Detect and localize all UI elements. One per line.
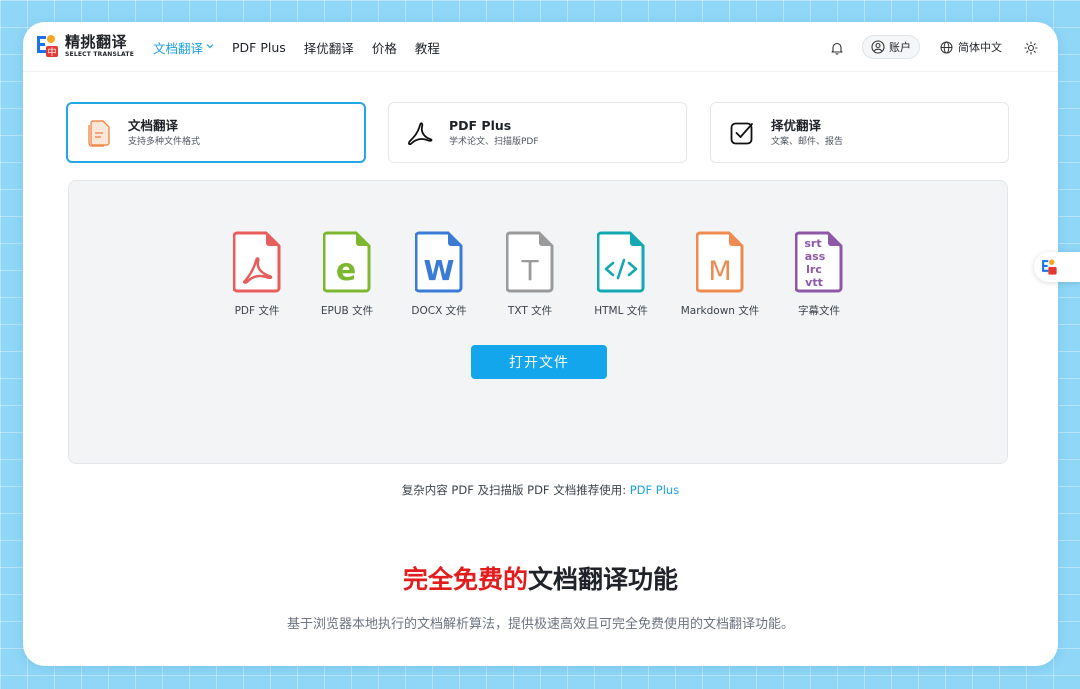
file-type-docx: W DOCX 文件 xyxy=(394,231,484,318)
language-selector[interactable]: 简体中文 xyxy=(940,39,1002,55)
logo-icon: 中 xyxy=(34,33,60,59)
file-type-label: TXT 文件 xyxy=(507,305,553,317)
pdf-icon xyxy=(405,118,435,148)
subtitle-format-label: ass xyxy=(805,250,826,263)
file-type-label: PDF 文件 xyxy=(234,305,280,317)
document-icon xyxy=(84,118,114,148)
nav-item-tutorial[interactable]: 教程 xyxy=(415,38,440,57)
mode-card-title: PDF Plus xyxy=(449,117,512,133)
brand-subtitle: SELECT TRANSLATE xyxy=(65,50,135,58)
file-drop-zone[interactable]: PDF 文件 e EPUB 文件 W DOCX 文件 T TXT 文件 HTML… xyxy=(68,180,1008,464)
nav-item-pricing[interactable]: 价格 xyxy=(372,38,397,57)
main-nav: 文档翻译 PDF Plus 择优翻译 价格 教程 xyxy=(153,22,458,72)
mode-card-title: 文档翻译 xyxy=(128,117,179,133)
svg-text:W: W xyxy=(424,254,455,287)
app-window: 中 精挑翻译 SELECT TRANSLATE 文档翻译 PDF Plus 择优… xyxy=(23,22,1058,666)
brand-logo[interactable]: 中 精挑翻译 SELECT TRANSLATE xyxy=(34,33,134,59)
floating-translate-tab[interactable] xyxy=(1034,252,1080,282)
pdf-plus-link[interactable]: PDF Plus xyxy=(630,483,679,497)
file-type-label: EPUB 文件 xyxy=(320,305,374,317)
headline-highlight: 完全免费的 xyxy=(402,565,528,594)
svg-text:e: e xyxy=(336,253,356,288)
mode-card-desc: 支持多种文件格式 xyxy=(128,136,201,147)
markdown-file-icon: M xyxy=(696,231,744,293)
top-header: 中 精挑翻译 SELECT TRANSLATE 文档翻译 PDF Plus 择优… xyxy=(23,22,1058,72)
file-type-epub: e EPUB 文件 xyxy=(302,231,392,318)
sun-icon[interactable] xyxy=(1024,40,1038,55)
account-label: 账户 xyxy=(889,41,911,54)
file-type-subtitle: srt ass lrc vtt 字幕文件 xyxy=(774,231,864,318)
header-tools: 账户 简体中文 xyxy=(830,22,1038,72)
subtitle-format-label: vtt xyxy=(805,276,823,289)
bell-icon[interactable] xyxy=(830,40,844,55)
nav-item-pdf-plus[interactable]: PDF Plus xyxy=(232,40,286,55)
file-type-txt: T TXT 文件 xyxy=(485,231,575,318)
hint-text: 复杂内容 PDF 及扫描版 PDF 文档推荐使用: xyxy=(401,483,627,497)
mode-card-pdf-plus[interactable]: PDF Plus 学术论文、扫描版PDF xyxy=(388,102,687,163)
epub-file-icon: e xyxy=(323,231,371,293)
mode-card-select-translate[interactable]: 择优翻译 文案、邮件、报告 xyxy=(710,102,1009,163)
mode-card-desc: 学术论文、扫描版PDF xyxy=(449,136,539,147)
pdf-plus-hint: 复杂内容 PDF 及扫描版 PDF 文档推荐使用: PDF Plus xyxy=(23,482,1058,498)
page-headline: 完全免费的文档翻译功能 xyxy=(23,560,1058,596)
mode-card-desc: 文案、邮件、报告 xyxy=(771,136,844,147)
language-label: 简体中文 xyxy=(958,41,1002,54)
user-icon xyxy=(871,40,885,54)
html-file-icon xyxy=(597,231,645,293)
pdf-file-icon xyxy=(233,231,281,293)
subtitle-format-label: lrc xyxy=(806,263,822,276)
subtitle-file-icon: srt ass lrc vtt xyxy=(795,231,843,293)
subtitle-format-label: srt xyxy=(804,237,821,250)
svg-text:M: M xyxy=(708,256,731,287)
logo-icon xyxy=(1042,259,1057,275)
nav-item-label: 教程 xyxy=(414,40,440,56)
globe-icon xyxy=(940,41,953,53)
mode-card-document-translate[interactable]: 文档翻译 支持多种文件格式 xyxy=(66,102,366,163)
account-button[interactable]: 账户 xyxy=(862,35,920,59)
chevron-down-icon xyxy=(206,42,214,53)
nav-item-label: 择优翻译 xyxy=(303,40,354,56)
txt-file-icon: T xyxy=(506,231,554,293)
page-subline: 基于浏览器本地执行的文档解析算法，提供极速高效且可完全免费使用的文档翻译功能。 xyxy=(286,617,794,632)
brand-name: 精挑翻译 xyxy=(65,32,128,51)
nav-item-label: 文档翻译 xyxy=(153,40,204,56)
svg-text:中: 中 xyxy=(47,46,56,58)
file-type-pdf: PDF 文件 xyxy=(212,231,302,318)
file-type-label: 字幕文件 xyxy=(798,305,840,317)
file-type-label: HTML 文件 xyxy=(594,305,648,317)
open-file-button[interactable]: 打开文件 xyxy=(471,345,607,379)
svg-text:T: T xyxy=(520,254,539,287)
nav-item-label: PDF Plus xyxy=(232,39,286,55)
nav-item-label: 价格 xyxy=(371,40,397,56)
file-type-html: HTML 文件 xyxy=(576,231,666,318)
nav-item-document-translate[interactable]: 文档翻译 xyxy=(153,38,214,57)
checkbox-icon xyxy=(727,118,757,148)
mode-card-title: 择优翻译 xyxy=(771,117,822,133)
file-type-label: Markdown 文件 xyxy=(680,305,760,317)
nav-item-select-translate[interactable]: 择优翻译 xyxy=(304,38,354,57)
file-type-markdown: M Markdown 文件 xyxy=(675,231,765,318)
file-type-label: DOCX 文件 xyxy=(411,305,467,317)
docx-file-icon: W xyxy=(415,231,463,293)
headline-rest: 文档翻译功能 xyxy=(528,565,679,594)
